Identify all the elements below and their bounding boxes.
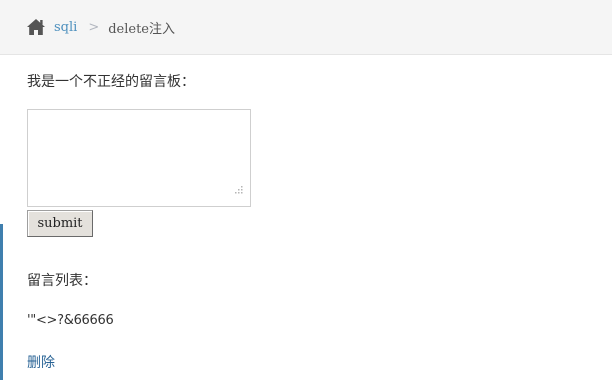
breadcrumb: sqli > delete注入: [0, 0, 612, 55]
message-textarea[interactable]: [27, 109, 251, 207]
message-content: '"<>?&66666: [27, 313, 114, 328]
breadcrumb-current: delete注入: [108, 21, 176, 37]
submit-button[interactable]: submit: [27, 210, 93, 237]
message-list-title: 留言列表：: [27, 273, 97, 289]
breadcrumb-separator: >: [88, 19, 100, 35]
breadcrumb-link-sqli[interactable]: sqli: [54, 20, 77, 35]
sidebar-edge: [0, 224, 3, 380]
delete-link[interactable]: 删除: [27, 352, 55, 372]
home-icon[interactable]: [26, 18, 46, 36]
form-intro: 我是一个不正经的留言板：: [27, 74, 195, 90]
